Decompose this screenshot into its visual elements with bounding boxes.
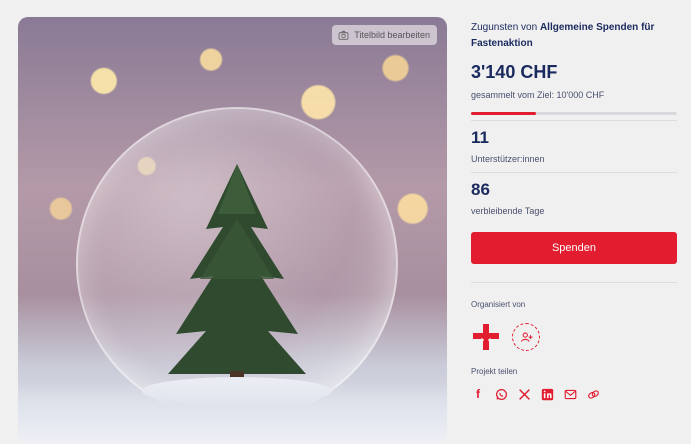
link-icon[interactable] [586, 387, 600, 401]
share-buttons: f [471, 387, 600, 401]
share-label: Projekt teilen [471, 367, 518, 376]
cover-image: Titelbild bearbeiten [18, 17, 447, 443]
add-person-icon [520, 331, 533, 342]
progress-bar [471, 112, 677, 115]
beneficiary-text: Zugunsten von Allgemeine Spenden für Fas… [471, 20, 671, 52]
facebook-icon[interactable]: f [471, 387, 485, 401]
divider [471, 282, 677, 283]
organizer-logo[interactable] [471, 322, 501, 352]
x-icon[interactable] [517, 387, 531, 401]
edit-cover-button[interactable]: Titelbild bearbeiten [332, 25, 437, 45]
snow-ground [18, 383, 447, 443]
whatsapp-icon[interactable] [494, 387, 508, 401]
supporters-count: 11 [471, 128, 489, 147]
days-left-count: 86 [471, 180, 490, 199]
edit-cover-label: Titelbild bearbeiten [354, 30, 430, 40]
organized-by-label: Organisiert von [471, 300, 526, 309]
snow-globe-image [76, 107, 398, 421]
divider [471, 172, 677, 173]
supporters-label: Unterstützer:innen [471, 154, 545, 164]
christmas-tree-image [142, 164, 332, 405]
email-icon[interactable] [563, 387, 577, 401]
donate-button[interactable]: Spenden [471, 232, 677, 264]
linkedin-icon[interactable] [540, 387, 554, 401]
divider [471, 120, 677, 121]
amount-raised: 3'140 CHF [471, 62, 558, 82]
days-left-label: verbleibende Tage [471, 206, 545, 216]
camera-icon [338, 30, 349, 40]
add-organizer-button[interactable] [512, 323, 540, 351]
goal-text: gesammelt vom Ziel: 10'000 CHF [471, 90, 605, 100]
progress-fill [471, 112, 536, 115]
beneficiary-prefix: Zugunsten von [471, 22, 540, 33]
